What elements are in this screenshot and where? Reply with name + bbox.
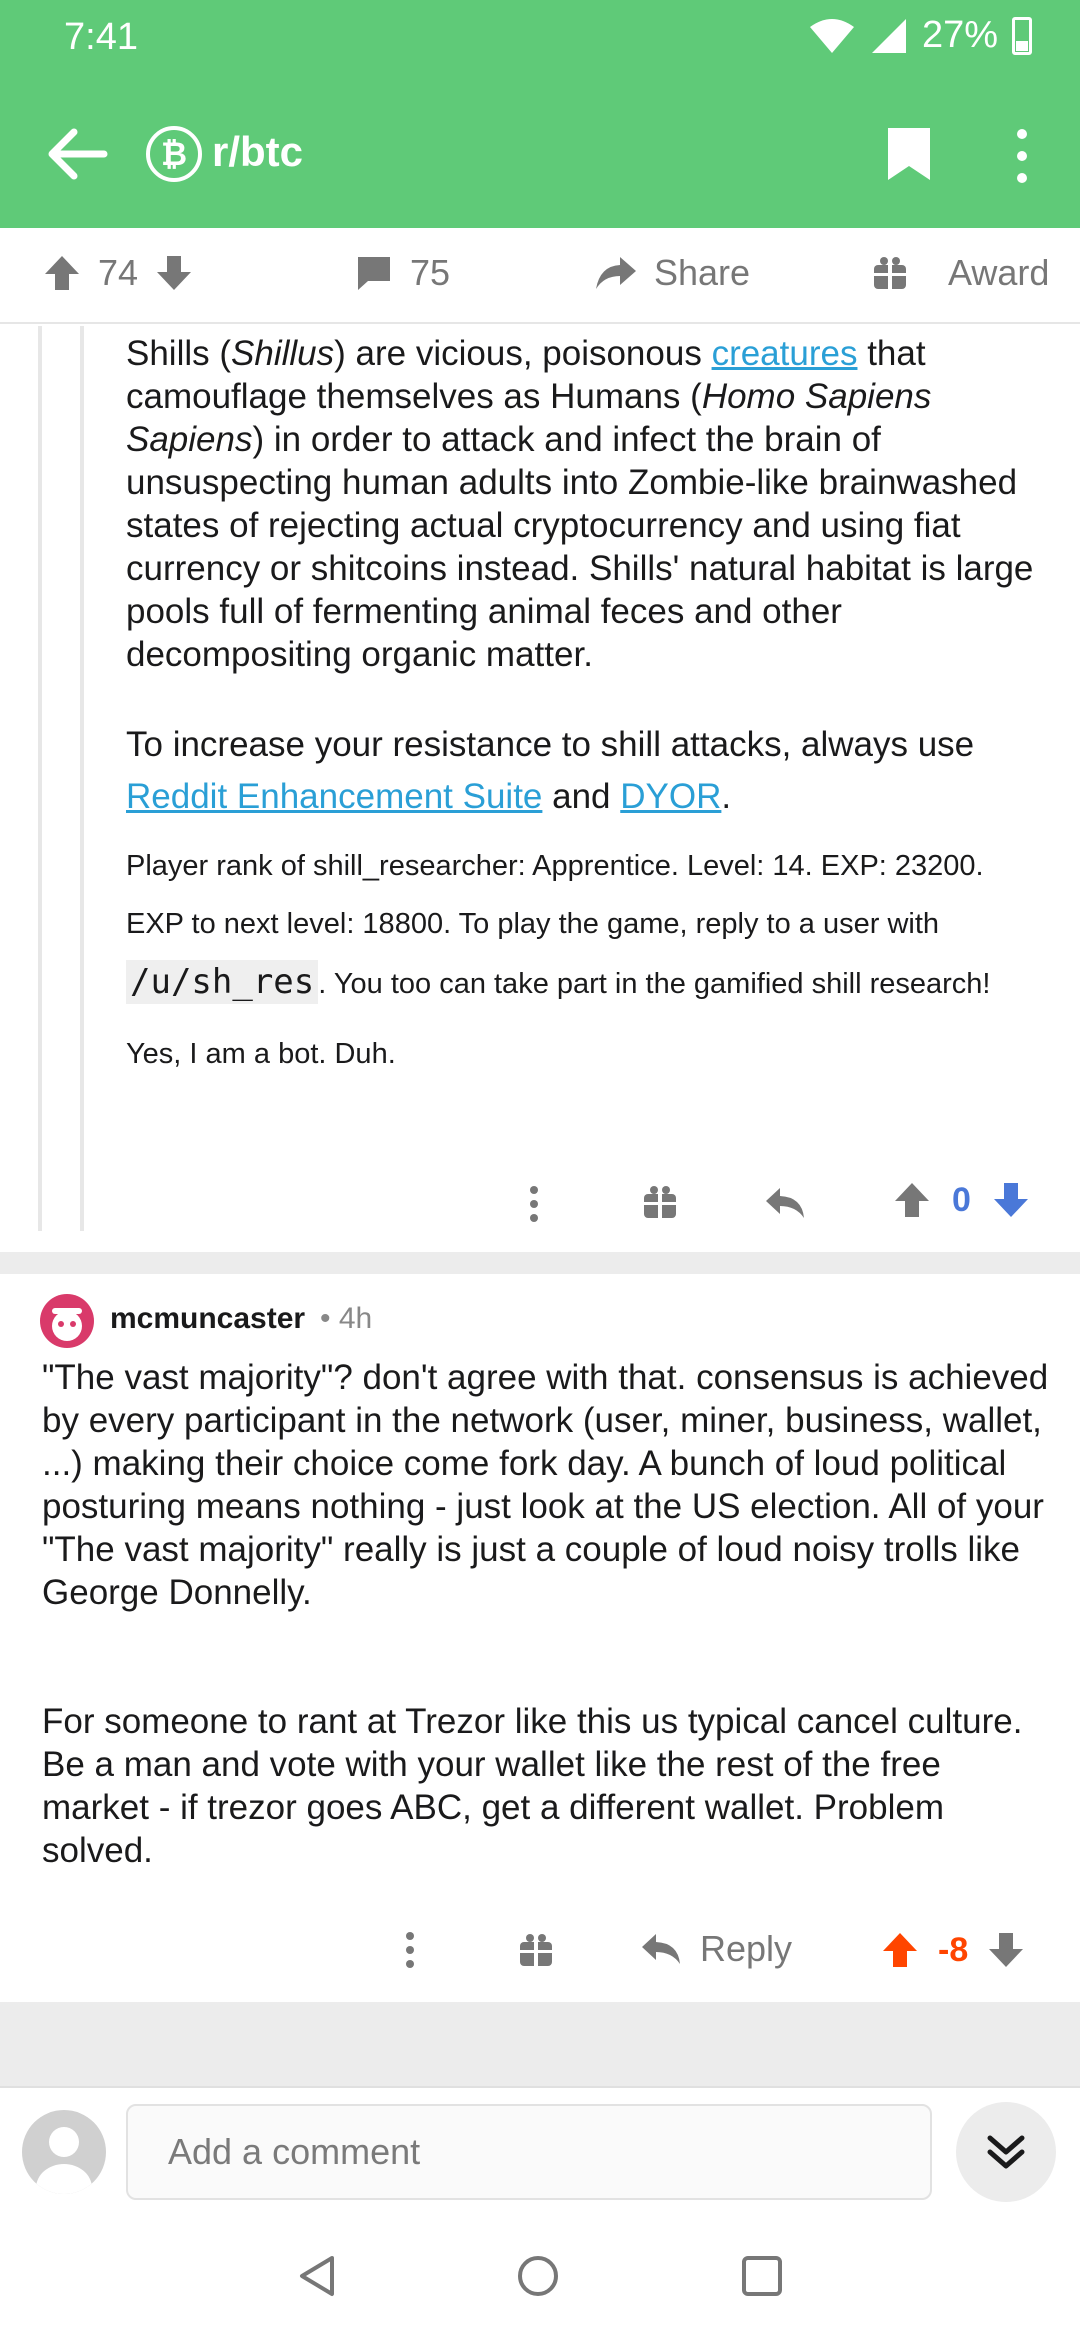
comment-author[interactable]: mcmuncaster	[110, 1302, 305, 1336]
user-avatar	[22, 2110, 106, 2194]
share-button[interactable]: Share	[594, 252, 750, 294]
back-arrow-icon[interactable]	[40, 118, 112, 190]
share-icon	[596, 257, 636, 289]
comment-score: -8	[938, 1930, 969, 1969]
comment-composer: Add a comment	[0, 2086, 1080, 2214]
gift-icon[interactable]	[642, 1184, 678, 1220]
more-options-icon[interactable]	[524, 1184, 544, 1224]
wifi-icon	[809, 18, 854, 53]
award-button[interactable]: Award	[872, 252, 1049, 294]
reply-icon	[642, 1934, 680, 1964]
more-options-icon[interactable]	[400, 1930, 420, 1970]
avatar[interactable]	[40, 1294, 94, 1348]
gift-icon	[874, 257, 906, 289]
comment-icon	[358, 257, 390, 290]
reply-button[interactable]: Reply	[640, 1928, 792, 1970]
system-nav-bar	[0, 2214, 1080, 2340]
nav-home-icon[interactable]	[516, 2254, 560, 2298]
post-score: 74	[98, 252, 139, 293]
downvote-icon[interactable]	[986, 1930, 1026, 1970]
post-vote-group: 74	[42, 252, 194, 294]
subreddit-icon[interactable]: ₿	[146, 126, 202, 182]
upvote-icon[interactable]	[42, 253, 82, 293]
app-bar: 7:41 27% ₿ r/btc	[0, 0, 1080, 228]
bot-paragraph-1: Shills (Shillus) are vicious, poisonous …	[126, 334, 1034, 674]
comment-paragraph-1: "The vast majority"? don't agree with th…	[42, 1358, 1049, 1612]
username-code: /u/sh_res	[126, 960, 319, 1004]
subreddit-name[interactable]: r/btc	[212, 128, 303, 176]
comment-vote-group: -8	[880, 1930, 1026, 1970]
status-time: 7:41	[64, 16, 138, 58]
upvote-icon[interactable]	[880, 1930, 920, 1970]
signal-icon	[871, 18, 906, 53]
share-label: Share	[654, 252, 751, 293]
comment-separator	[0, 1252, 1080, 1274]
double-chevron-down-icon	[987, 2135, 1025, 2169]
thread-line	[80, 326, 84, 1231]
nav-back-icon[interactable]	[296, 2254, 340, 2298]
expand-button[interactable]	[956, 2102, 1056, 2202]
bot-paragraph-4: Yes, I am a bot. Duh.	[126, 1038, 396, 1070]
status-icons: 27%	[808, 14, 1032, 57]
more-vertical-icon[interactable]	[1004, 126, 1040, 186]
add-comment-input[interactable]: Add a comment	[126, 2104, 932, 2200]
comment-time: • 4h	[320, 1302, 373, 1335]
battery-percent: 27%	[921, 14, 998, 56]
comment-paragraph-2: For someone to rant at Trezor like this …	[42, 1702, 1023, 1870]
nav-recents-icon[interactable]	[740, 2254, 784, 2298]
bot-paragraph-3: Player rank of shill_researcher: Apprent…	[126, 850, 991, 1004]
downvote-icon[interactable]	[991, 1180, 1031, 1220]
downvote-icon[interactable]	[154, 253, 194, 293]
comment-body: "The vast majority"? don't agree with th…	[42, 1356, 1052, 1872]
link-res[interactable]: Reddit Enhancement Suite	[126, 777, 542, 816]
thread-line	[38, 326, 42, 1231]
reply-icon[interactable]	[764, 1184, 806, 1222]
reply-label: Reply	[700, 1928, 793, 1969]
comment-count: 75	[410, 252, 451, 293]
bot-comment-body: Shills (Shillus) are vicious, poisonous …	[126, 332, 1046, 1083]
bottom-spacer	[0, 2002, 1080, 2086]
post-action-bar: 74 75 Share Award	[0, 228, 1080, 324]
link-dyor[interactable]: DYOR	[620, 777, 721, 816]
bookmark-icon[interactable]	[886, 126, 932, 182]
upvote-icon[interactable]	[892, 1180, 932, 1220]
comments-button[interactable]: 75	[354, 252, 450, 294]
link-creatures[interactable]: creatures	[712, 334, 858, 373]
bot-vote-group: 0	[892, 1180, 1031, 1220]
award-label: Award	[948, 252, 1050, 293]
gift-icon[interactable]	[518, 1932, 554, 1968]
bot-comment-score: 0	[952, 1180, 971, 1219]
bot-paragraph-2: To increase your resistance to shill att…	[126, 725, 975, 816]
battery-icon	[1012, 16, 1032, 55]
